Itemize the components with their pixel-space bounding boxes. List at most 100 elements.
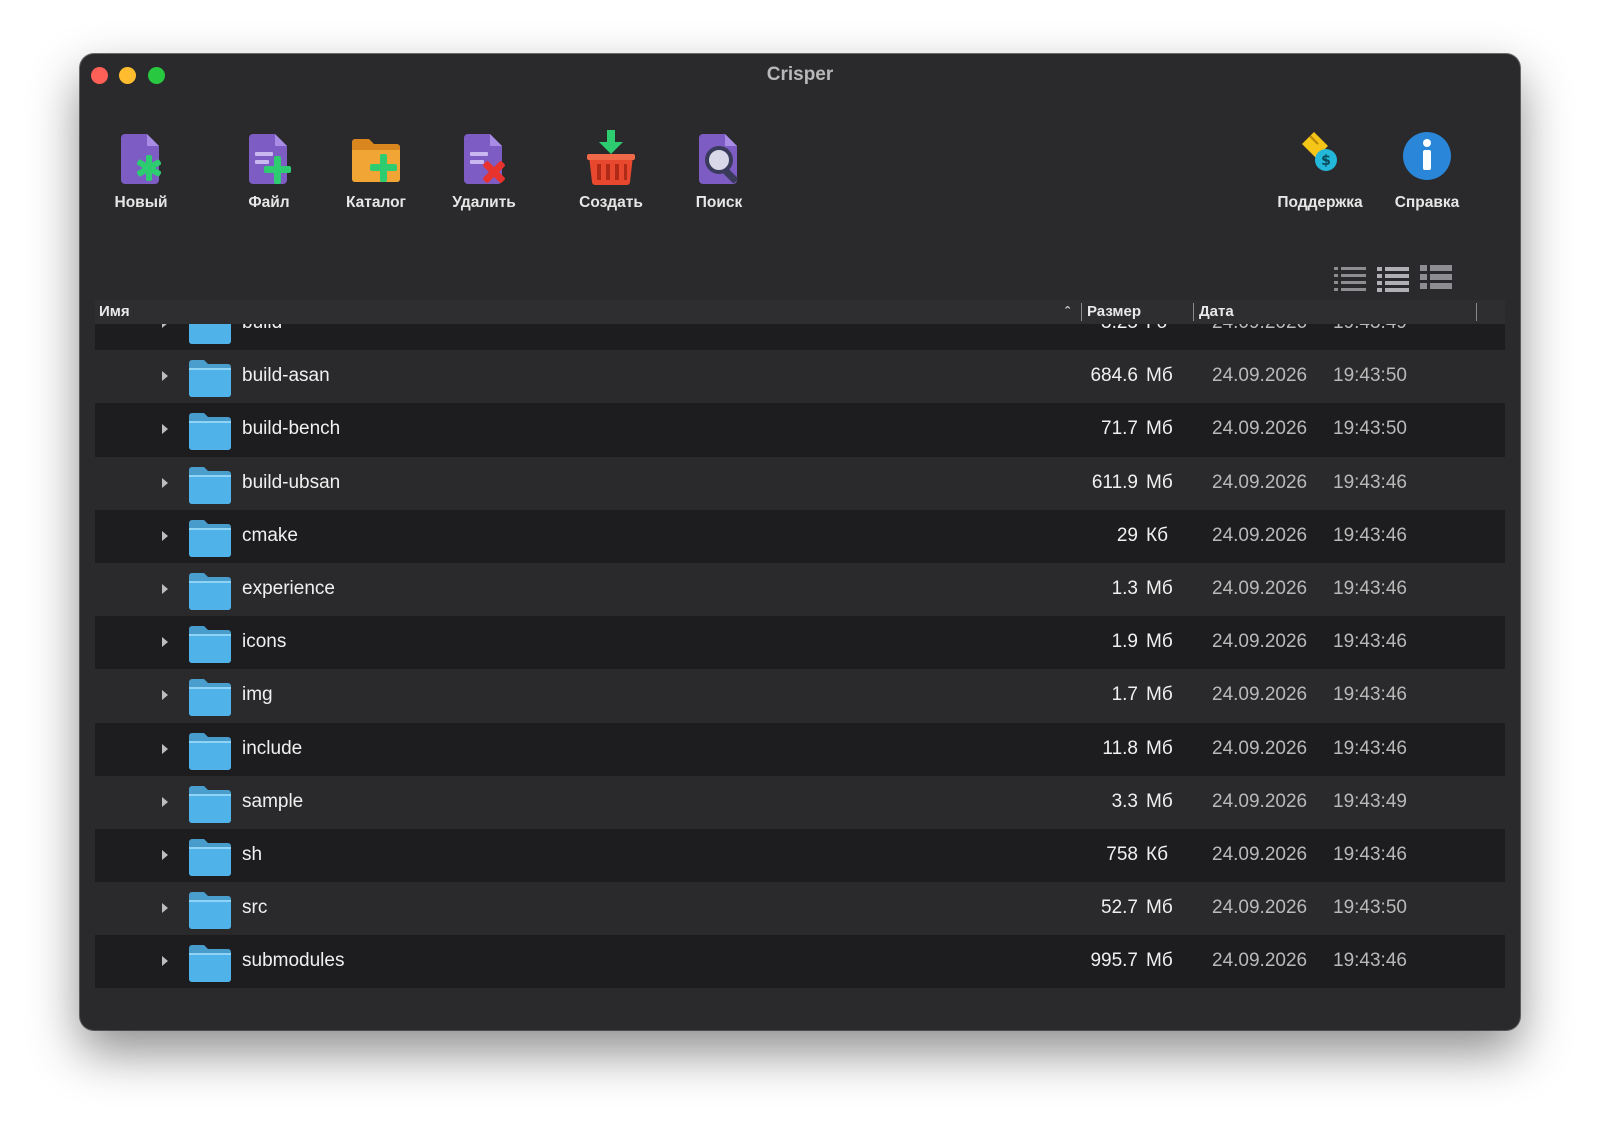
disclosure-triangle-icon[interactable] <box>159 324 171 332</box>
file-size-unit: Мб <box>1146 418 1173 440</box>
create-archive-icon <box>587 130 635 185</box>
table-row[interactable]: src 52.7 Мб 24.09.2026 19:43:50 <box>95 882 1505 936</box>
file-size-value: 758 <box>1106 843 1138 865</box>
file-size-unit: Мб <box>1146 365 1173 387</box>
file-size-unit: Мб <box>1146 577 1173 599</box>
support-icon: $ <box>1302 132 1337 171</box>
table-row[interactable]: submodules 995.7 Мб 24.09.2026 19:43:46 <box>95 935 1505 989</box>
column-divider[interactable] <box>1193 303 1194 321</box>
folder-icon <box>189 572 231 610</box>
file-date: 24.09.2026 <box>1212 418 1308 440</box>
table-row[interactable]: sample 3.3 Мб 24.09.2026 19:43:49 <box>95 775 1505 829</box>
sort-ascending-icon: ⌃ <box>1063 305 1073 317</box>
column-divider[interactable] <box>1476 303 1477 321</box>
file-size-unit: Мб <box>1146 471 1173 493</box>
delete-icon <box>464 134 505 184</box>
folder-icon <box>189 466 231 504</box>
window-title: Crisper <box>766 64 834 85</box>
disclosure-triangle-icon[interactable] <box>159 740 171 758</box>
file-name: sh <box>242 843 263 865</box>
column-date-header[interactable]: Дата <box>1199 303 1234 320</box>
file-date: 24.09.2026 <box>1212 790 1308 812</box>
folder-icon <box>189 679 231 717</box>
delete-button[interactable]: Удалить <box>429 128 539 228</box>
file-size-unit: Мб <box>1146 684 1173 706</box>
folder-icon <box>189 732 231 770</box>
view-list-compact-button[interactable] <box>1333 264 1367 294</box>
file-name: build-asan <box>242 365 330 387</box>
table-row[interactable]: build-bench 71.7 Мб 24.09.2026 19:43:50 <box>95 403 1505 457</box>
file-size: 1.3 Мб <box>1112 578 1180 600</box>
disclosure-triangle-icon[interactable] <box>159 474 171 492</box>
file-time: 19:43:46 <box>1333 684 1407 706</box>
new-button[interactable]: Новый <box>86 128 196 228</box>
disclosure-triangle-icon[interactable] <box>159 580 171 598</box>
table-row[interactable]: build 3.25 Гб 24.09.2026 19:43:49 <box>95 324 1505 351</box>
add-file-icon <box>249 134 291 184</box>
disclosure-triangle-icon[interactable] <box>159 952 171 970</box>
support-button[interactable]: $ Поддержка <box>1265 128 1375 228</box>
help-button[interactable]: Справка <box>1372 128 1482 228</box>
folder-icon <box>189 324 231 344</box>
disclosure-triangle-icon[interactable] <box>159 633 171 651</box>
search-icon <box>699 134 738 184</box>
file-size-value: 995.7 <box>1090 950 1138 972</box>
list-view-icon <box>1420 265 1452 289</box>
file-size: 758 Кб <box>1106 844 1180 866</box>
file-date: 24.09.2026 <box>1212 324 1307 334</box>
file-time: 19:43:50 <box>1333 897 1407 919</box>
column-size-header[interactable]: Размер <box>1087 303 1141 320</box>
disclosure-triangle-icon[interactable] <box>159 367 171 385</box>
column-divider[interactable] <box>1081 303 1082 321</box>
disclosure-triangle-icon[interactable] <box>159 793 171 811</box>
file-list[interactable]: build 3.25 Гб 24.09.2026 19:43:49 build-asan 6… <box>95 324 1505 996</box>
file-size-unit: Мб <box>1146 950 1173 972</box>
file-size-value: 52.7 <box>1101 897 1138 919</box>
table-row[interactable]: sh 758 Кб 24.09.2026 19:43:46 <box>95 828 1505 883</box>
search-button[interactable]: Поиск <box>664 128 774 228</box>
file-name: sample <box>242 790 304 812</box>
disclosure-triangle-icon[interactable] <box>159 899 171 917</box>
file-name: experience <box>242 577 335 599</box>
new-label: Новый <box>114 194 168 211</box>
view-list-medium-button[interactable] <box>1376 264 1410 294</box>
disclosure-triangle-icon[interactable] <box>159 846 171 864</box>
column-header: Имя ⌃ Размер Дата <box>95 300 1505 324</box>
table-row[interactable]: experience 1.3 Мб 24.09.2026 19:43:46 <box>95 562 1505 617</box>
add-folder-button[interactable]: Каталог <box>321 128 431 228</box>
file-time: 19:43:46 <box>1333 843 1407 865</box>
folder-icon <box>189 838 231 876</box>
file-size: 611.9 Мб <box>1092 472 1180 494</box>
add-file-button[interactable]: Файл <box>214 128 324 228</box>
folder-icon <box>189 360 231 398</box>
table-row[interactable]: cmake 29 Кб 24.09.2026 19:43:46 <box>95 509 1505 563</box>
table-row[interactable]: icons 1.9 Мб 24.09.2026 19:43:46 <box>95 616 1505 670</box>
file-name: src <box>242 897 268 919</box>
table-row[interactable] <box>95 988 1505 996</box>
file-date: 24.09.2026 <box>1212 471 1308 493</box>
add-folder-icon <box>352 139 400 182</box>
create-archive-button[interactable]: Создать <box>556 128 666 228</box>
svg-text:$: $ <box>1321 153 1331 169</box>
file-size-unit: Мб <box>1146 790 1173 812</box>
file-time: 19:43:50 <box>1333 418 1407 440</box>
app-window: Crisper Новый Файл Каталог Удалить Созда… <box>80 54 1520 1030</box>
file-name: cmake <box>242 524 298 546</box>
file-rows: build 3.25 Гб 24.09.2026 19:43:49 build-asan 6… <box>95 324 1505 996</box>
file-name: img <box>242 684 273 706</box>
file-size-value: 611.9 <box>1091 471 1138 493</box>
file-size: 11.8 Мб <box>1102 738 1180 760</box>
table-row[interactable]: build-asan 684.6 Мб 24.09.2026 19:43:50 <box>95 350 1505 404</box>
view-list-large-button[interactable] <box>1419 264 1453 294</box>
table-row[interactable]: include 11.8 Мб 24.09.2026 19:43:46 <box>95 722 1505 776</box>
table-row[interactable]: build-ubsan 611.9 Мб 24.09.2026 19:43:46 <box>95 456 1505 510</box>
file-size: 1.9 Мб <box>1112 631 1180 653</box>
disclosure-triangle-icon[interactable] <box>159 420 171 438</box>
file-size-unit: Мб <box>1146 631 1173 653</box>
file-size-value: 1.3 <box>1111 577 1138 599</box>
disclosure-triangle-icon[interactable] <box>159 686 171 704</box>
support-label: Поддержка <box>1277 194 1363 211</box>
column-name-header[interactable]: Имя <box>99 303 130 320</box>
table-row[interactable]: img 1.7 Мб 24.09.2026 19:43:46 <box>95 669 1505 723</box>
disclosure-triangle-icon[interactable] <box>159 527 171 545</box>
